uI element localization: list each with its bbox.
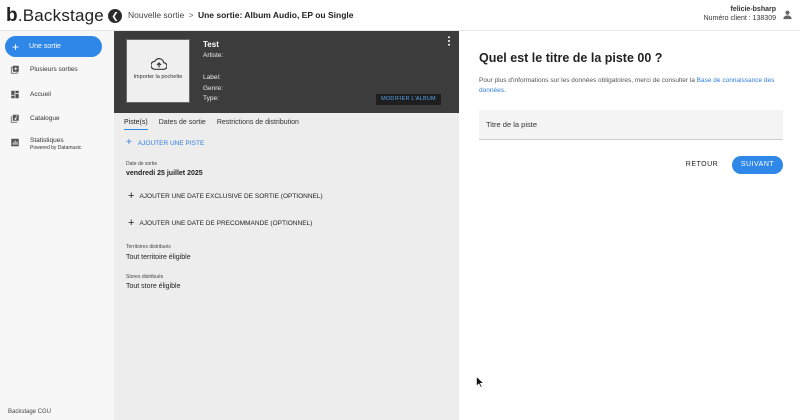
question-info: Pour plus d'informations sur les données… [479,76,779,96]
cover-upload-label: Importer la pochette [133,74,183,80]
plus-icon: + [128,190,135,202]
back-arrow-button[interactable]: ❮ [108,9,122,23]
type-label: Type: [203,95,219,102]
breadcrumb-current: Une sortie: Album Audio, EP ou Single [197,10,354,20]
logo-text: .Backstage [17,6,104,25]
add-preorder-date-label: AJOUTER UNE DATE DE PRECOMMANDE (OPTIONN… [139,220,313,227]
question-title: Quel est le titre de la piste 00 ? [479,51,663,65]
track-title-input[interactable] [479,110,783,140]
territories-label: Territoires distribués [126,244,171,250]
release-summary-panel: Importer la pochette Test Artiste: Label… [114,31,459,420]
new-release-button[interactable]: + Une sortie [5,36,102,57]
bar-chart-icon [11,138,19,147]
release-tabs: Piste(s) Dates de sortie Restrictions de… [124,119,310,130]
tab-distribution-restrictions[interactable]: Restrictions de distribution [217,119,299,130]
next-button[interactable]: SUIVANT [732,156,783,174]
sidebar-item-label: Accueil [30,91,51,98]
account-icon[interactable] [782,9,793,20]
tab-tracks[interactable]: Piste(s) [124,119,148,130]
label-label: Label: [203,74,221,81]
more-vert-icon[interactable] [447,36,451,46]
album-title: Test [203,40,219,49]
cloud-upload-icon [151,58,167,70]
add-track-label: AJOUTER UNE PISTE [137,139,205,147]
stores-label: Stores distribués [126,274,164,280]
stores-value: Tout store éligible [126,283,181,290]
breadcrumb-parent[interactable]: Nouvelle sortie [128,10,184,20]
breadcrumb: Nouvelle sortie > Une sortie: Album Audi… [128,10,353,20]
release-date-value: vendredi 25 juillet 2025 [126,170,203,177]
cover-upload[interactable]: Importer la pochette [126,39,190,103]
new-release-label: Une sortie [29,43,61,50]
sidebar-item-catalogue[interactable]: Catalogue [10,114,60,123]
chevron-left-icon: ❮ [111,11,119,21]
plus-icon: + [12,39,20,54]
plus-icon: + [128,217,135,229]
cgu-link[interactable]: Backstage CGU [8,409,51,415]
backstage-logo[interactable]: b.Backstage [6,5,104,27]
sidebar-item-sublabel: Powered by Datamusic [30,145,82,151]
sidebar: + Une sortie Plusieurs sorties Accueil C… [0,31,114,420]
info-text: Pour plus d'informations sur les données… [479,77,695,84]
sidebar-item-label: Catalogue [30,115,60,122]
album-header: Importer la pochette Test Artiste: Label… [114,31,459,113]
sidebar-item-label: Plusieurs sorties [30,66,78,73]
mouse-cursor-icon [476,376,484,388]
sidebar-item-statistics[interactable]: Statistiques Powered by Datamusic [10,137,81,151]
plus-icon: + [126,137,132,148]
territories-value: Tout territoire éligible [126,254,191,261]
dashboard-icon [11,90,19,99]
add-preorder-date-button[interactable]: + AJOUTER UNE DATE DE PRECOMMANDE (OPTIO… [128,218,312,229]
user-info[interactable]: felicie-bsharp Numéro client : 138309 [704,5,776,23]
tab-release-dates[interactable]: Dates de sortie [159,119,206,130]
sidebar-item-multiple-releases[interactable]: Plusieurs sorties [10,65,78,74]
logo-letter: b [6,5,18,26]
sidebar-item-home[interactable]: Accueil [10,90,51,99]
modify-album-button[interactable]: MODIFIER L'ALBUM [376,94,441,105]
release-date-label: Date de sortie [126,161,158,167]
user-name: felicie-bsharp [730,6,776,13]
back-button[interactable]: RETOUR [681,156,723,174]
add-exclusive-date-label: AJOUTER UNE DATE EXCLUSIVE DE SORTIE (OP… [139,193,323,200]
add-exclusive-date-button[interactable]: + AJOUTER UNE DATE EXCLUSIVE DE SORTIE (… [128,191,323,202]
track-title-form: Quel est le titre de la piste 00 ? Pour … [459,31,800,420]
sidebar-item-label: Statistiques [30,137,64,144]
top-bar: b.Backstage ❮ Nouvelle sortie > Une sort… [0,0,800,31]
add-track-button[interactable]: + AJOUTER UNE PISTE [126,138,204,148]
genre-label: Genre: [203,85,223,92]
artist-label: Artiste: [203,52,224,59]
client-number: Numéro client : 138309 [703,15,776,22]
add-box-icon [10,65,19,74]
library-music-icon [10,114,19,123]
breadcrumb-separator: > [188,10,194,20]
